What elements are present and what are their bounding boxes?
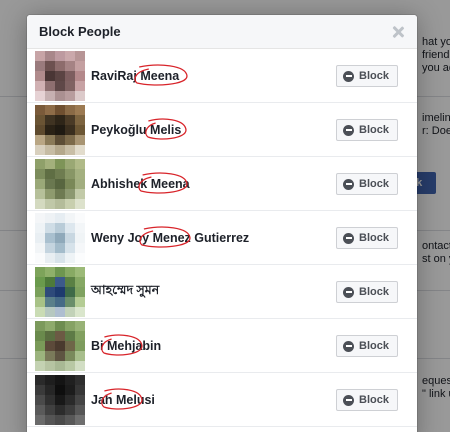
profile-avatar bbox=[35, 104, 85, 155]
minus-circle-icon bbox=[343, 232, 355, 244]
profile-avatar bbox=[35, 266, 85, 317]
block-button-label: Block bbox=[359, 124, 389, 136]
minus-circle-icon bbox=[343, 394, 355, 406]
close-icon[interactable] bbox=[391, 25, 405, 39]
profile-avatar bbox=[35, 212, 85, 263]
block-button-label: Block bbox=[359, 70, 389, 82]
person-row: Bi Mehjabin Block bbox=[27, 319, 417, 373]
people-list: RaviRaj Meena Block Peykoğlu Melis Block Abh… bbox=[27, 49, 417, 427]
minus-circle-icon bbox=[343, 178, 355, 190]
minus-circle-icon bbox=[343, 340, 355, 352]
block-button[interactable]: Block bbox=[336, 335, 398, 357]
block-button[interactable]: Block bbox=[336, 65, 398, 87]
block-button-label: Block bbox=[359, 286, 389, 298]
block-people-dialog: Block People RaviRaj Meena Block Peykoğlu … bbox=[27, 15, 417, 432]
profile-avatar bbox=[35, 320, 85, 371]
block-button-label: Block bbox=[359, 232, 389, 244]
minus-circle-icon bbox=[343, 124, 355, 136]
dialog-header: Block People bbox=[27, 15, 417, 49]
block-button[interactable]: Block bbox=[336, 389, 398, 411]
person-row: Peykoğlu Melis Block bbox=[27, 103, 417, 157]
person-row: Weny Joy Menez Gutierrez Block bbox=[27, 211, 417, 265]
block-button-label: Block bbox=[359, 340, 389, 352]
person-row: আহম্মেদ সুমন Block bbox=[27, 265, 417, 319]
profile-avatar bbox=[35, 374, 85, 425]
profile-avatar bbox=[35, 158, 85, 209]
minus-circle-icon bbox=[343, 286, 355, 298]
person-row: RaviRaj Meena Block bbox=[27, 49, 417, 103]
block-button-label: Block bbox=[359, 394, 389, 406]
person-row: Jah Melusi Block bbox=[27, 373, 417, 427]
dialog-title: Block People bbox=[39, 24, 121, 39]
block-button[interactable]: Block bbox=[336, 281, 398, 303]
block-button-label: Block bbox=[359, 178, 389, 190]
block-button[interactable]: Block bbox=[336, 173, 398, 195]
profile-avatar bbox=[35, 50, 85, 101]
block-button[interactable]: Block bbox=[336, 227, 398, 249]
block-button[interactable]: Block bbox=[336, 119, 398, 141]
person-row: Abhishek Meena Block bbox=[27, 157, 417, 211]
minus-circle-icon bbox=[343, 70, 355, 82]
